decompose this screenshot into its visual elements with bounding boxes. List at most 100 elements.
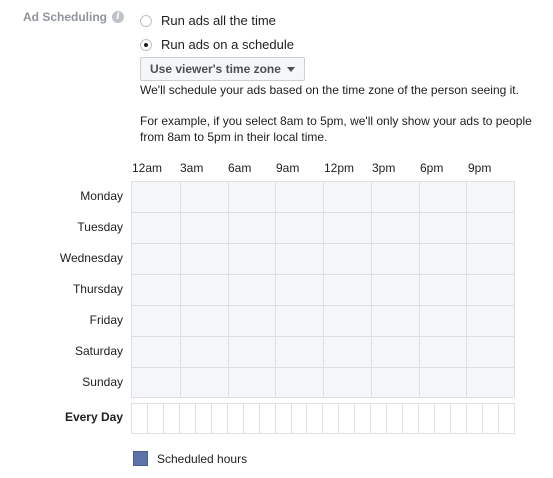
schedule-cell[interactable] xyxy=(323,244,339,275)
schedule-cell[interactable] xyxy=(466,182,482,213)
schedule-cell[interactable] xyxy=(164,337,180,368)
every-day-cell[interactable] xyxy=(276,404,292,433)
every-day-cell[interactable] xyxy=(403,404,420,433)
schedule-cell[interactable] xyxy=(180,275,196,306)
schedule-cell[interactable] xyxy=(339,306,355,337)
schedule-cell[interactable] xyxy=(355,182,371,213)
schedule-cell[interactable] xyxy=(387,213,403,244)
schedule-cell[interactable] xyxy=(212,337,228,368)
schedule-cell[interactable] xyxy=(419,182,435,213)
schedule-cell[interactable] xyxy=(339,337,355,368)
schedule-cell[interactable] xyxy=(450,182,466,213)
schedule-cell[interactable] xyxy=(307,368,323,399)
schedule-cell[interactable] xyxy=(466,244,482,275)
schedule-cell[interactable] xyxy=(132,244,148,275)
schedule-cell[interactable] xyxy=(466,368,482,399)
every-day-cell[interactable] xyxy=(499,404,514,433)
schedule-cell[interactable] xyxy=(498,306,514,337)
schedule-cell[interactable] xyxy=(403,182,419,213)
every-day-cell[interactable] xyxy=(260,404,276,433)
schedule-cell[interactable] xyxy=(291,213,307,244)
schedule-cell[interactable] xyxy=(164,213,180,244)
schedule-cell[interactable] xyxy=(498,213,514,244)
schedule-cell[interactable] xyxy=(228,306,244,337)
every-day-cell[interactable] xyxy=(307,404,324,433)
schedule-cell[interactable] xyxy=(180,306,196,337)
every-day-cell[interactable] xyxy=(323,404,340,433)
schedule-cell[interactable] xyxy=(482,182,498,213)
schedule-cell[interactable] xyxy=(243,182,259,213)
schedule-cell[interactable] xyxy=(275,182,291,213)
schedule-cell[interactable] xyxy=(212,368,228,399)
schedule-cell[interactable] xyxy=(148,182,164,213)
schedule-cell[interactable] xyxy=(148,337,164,368)
schedule-cell[interactable] xyxy=(450,275,466,306)
schedule-cell[interactable] xyxy=(466,213,482,244)
schedule-cell[interactable] xyxy=(212,213,228,244)
schedule-cell[interactable] xyxy=(323,306,339,337)
schedule-cell[interactable] xyxy=(434,337,450,368)
schedule-cell[interactable] xyxy=(323,368,339,399)
every-day-cell[interactable] xyxy=(339,404,356,433)
schedule-cell[interactable] xyxy=(434,306,450,337)
schedule-cell[interactable] xyxy=(228,368,244,399)
schedule-cell[interactable] xyxy=(132,337,148,368)
schedule-cell[interactable] xyxy=(403,368,419,399)
schedule-cell[interactable] xyxy=(180,337,196,368)
schedule-cell[interactable] xyxy=(243,213,259,244)
schedule-cell[interactable] xyxy=(339,244,355,275)
schedule-cell[interactable] xyxy=(164,368,180,399)
schedule-cell[interactable] xyxy=(498,244,514,275)
schedule-cell[interactable] xyxy=(259,275,275,306)
schedule-cell[interactable] xyxy=(196,182,212,213)
schedule-cell[interactable] xyxy=(355,337,371,368)
schedule-cell[interactable] xyxy=(164,244,180,275)
schedule-cell[interactable] xyxy=(355,306,371,337)
schedule-cell[interactable] xyxy=(291,306,307,337)
schedule-cell[interactable] xyxy=(228,275,244,306)
schedule-cell[interactable] xyxy=(419,337,435,368)
schedule-cell[interactable] xyxy=(275,306,291,337)
schedule-cell[interactable] xyxy=(196,306,212,337)
schedule-cell[interactable] xyxy=(212,244,228,275)
schedule-cell[interactable] xyxy=(259,368,275,399)
schedule-cell[interactable] xyxy=(387,337,403,368)
every-day-cell[interactable] xyxy=(371,404,388,433)
schedule-cell[interactable] xyxy=(259,306,275,337)
schedule-cell[interactable] xyxy=(498,337,514,368)
schedule-cell[interactable] xyxy=(419,306,435,337)
schedule-cell[interactable] xyxy=(371,182,387,213)
schedule-cell[interactable] xyxy=(212,306,228,337)
radio-button-on-schedule[interactable] xyxy=(140,38,152,51)
schedule-cell[interactable] xyxy=(307,244,323,275)
schedule-cell[interactable] xyxy=(132,368,148,399)
schedule-cell[interactable] xyxy=(339,275,355,306)
schedule-cell[interactable] xyxy=(434,244,450,275)
every-day-cell[interactable] xyxy=(355,404,372,433)
schedule-cell[interactable] xyxy=(212,182,228,213)
schedule-cell[interactable] xyxy=(482,306,498,337)
schedule-cell[interactable] xyxy=(148,244,164,275)
every-day-cell[interactable] xyxy=(212,404,228,433)
schedule-cell[interactable] xyxy=(450,306,466,337)
schedule-cell[interactable] xyxy=(196,368,212,399)
every-day-cell[interactable] xyxy=(387,404,404,433)
schedule-cell[interactable] xyxy=(419,244,435,275)
schedule-cell[interactable] xyxy=(403,337,419,368)
schedule-cell[interactable] xyxy=(259,213,275,244)
schedule-cell[interactable] xyxy=(275,275,291,306)
schedule-cell[interactable] xyxy=(355,244,371,275)
schedule-cell[interactable] xyxy=(228,213,244,244)
schedule-cell[interactable] xyxy=(403,213,419,244)
schedule-cell[interactable] xyxy=(450,368,466,399)
schedule-cell[interactable] xyxy=(291,182,307,213)
every-day-cell[interactable] xyxy=(419,404,436,433)
schedule-cell[interactable] xyxy=(307,275,323,306)
every-day-cell[interactable] xyxy=(180,404,196,433)
schedule-cell[interactable] xyxy=(323,213,339,244)
schedule-cell[interactable] xyxy=(482,337,498,368)
schedule-cell[interactable] xyxy=(371,306,387,337)
every-day-cell[interactable] xyxy=(148,404,164,433)
schedule-cell[interactable] xyxy=(419,368,435,399)
schedule-cell[interactable] xyxy=(371,244,387,275)
